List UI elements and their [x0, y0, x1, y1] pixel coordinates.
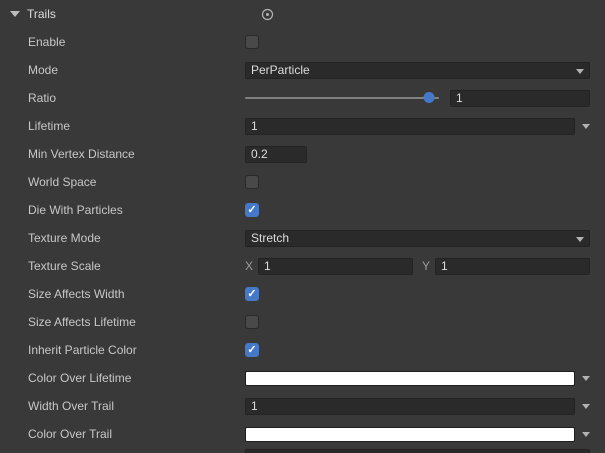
row-lifetime: Lifetime 1 — [0, 112, 605, 140]
row-color-over-lifetime: Color Over Lifetime — [0, 364, 605, 392]
trails-module-header[interactable]: Trails — [0, 0, 605, 28]
ratio-value: 1 — [456, 91, 463, 105]
texture-mode-dropdown-value: Stretch — [251, 231, 289, 245]
lifetime-dropdown-button[interactable] — [582, 124, 590, 129]
partial-field[interactable] — [245, 449, 590, 453]
row-die-with-particles: Die With Particles — [0, 196, 605, 224]
chevron-down-icon — [576, 69, 584, 74]
row-width-over-trail: Width Over Trail 1 — [0, 392, 605, 420]
texture-scale-y-value: 1 — [441, 259, 448, 273]
row-color-over-trail: Color Over Trail — [0, 420, 605, 448]
property-label: Min Vertex Distance — [28, 147, 245, 161]
row-ratio: Ratio 1 — [0, 84, 605, 112]
world-space-checkbox[interactable] — [245, 175, 259, 189]
size-affects-lifetime-checkbox[interactable] — [245, 315, 259, 329]
property-label: Size Affects Lifetime — [28, 315, 245, 329]
property-label: World Space — [28, 175, 245, 189]
slider-handle[interactable] — [424, 92, 435, 103]
property-label: Inherit Particle Color — [28, 343, 245, 357]
min-vertex-distance-field[interactable]: 0.2 — [245, 146, 307, 163]
y-axis-label: Y — [422, 259, 435, 273]
property-label: Ratio — [28, 91, 245, 105]
module-title: Trails — [27, 7, 56, 21]
row-texture-scale: Texture Scale X 1 Y 1 — [0, 252, 605, 280]
property-label: Die With Particles — [28, 203, 245, 217]
property-label: Size Affects Width — [28, 287, 245, 301]
row-mode: Mode PerParticle — [0, 56, 605, 84]
lifetime-curve-field[interactable]: 1 — [245, 118, 575, 135]
module-settings-icon[interactable] — [261, 8, 274, 21]
x-axis-label: X — [245, 259, 258, 273]
property-label: Texture Mode — [28, 231, 245, 245]
row-enable: Enable — [0, 28, 605, 56]
property-label: Width Over Trail — [28, 399, 245, 413]
property-label: Lifetime — [28, 119, 245, 133]
width-over-trail-value: 1 — [251, 399, 258, 413]
property-label: Color Over Lifetime — [28, 371, 245, 385]
color-over-lifetime-gradient-field[interactable] — [245, 371, 575, 386]
texture-mode-dropdown[interactable]: Stretch — [245, 230, 590, 247]
property-label: Enable — [28, 35, 245, 49]
property-label: Texture Scale — [28, 259, 245, 273]
inherit-particle-color-checkbox[interactable] — [245, 343, 259, 357]
mode-dropdown[interactable]: PerParticle — [245, 62, 590, 79]
enable-checkbox[interactable] — [245, 35, 259, 49]
lifetime-value: 1 — [251, 119, 258, 133]
chevron-down-icon — [576, 237, 584, 242]
texture-scale-y-field[interactable]: 1 — [435, 258, 590, 275]
row-size-affects-lifetime: Size Affects Lifetime — [0, 308, 605, 336]
color-over-trail-dropdown-button[interactable] — [582, 432, 590, 437]
color-over-lifetime-dropdown-button[interactable] — [582, 376, 590, 381]
next-row-partial — [245, 449, 590, 453]
slider-track — [245, 97, 439, 99]
row-texture-mode: Texture Mode Stretch — [0, 224, 605, 252]
row-inherit-particle-color: Inherit Particle Color — [0, 336, 605, 364]
foldout-arrow-icon[interactable] — [10, 11, 20, 17]
ratio-slider[interactable] — [245, 91, 441, 105]
row-world-space: World Space — [0, 168, 605, 196]
row-min-vertex-distance: Min Vertex Distance 0.2 — [0, 140, 605, 168]
die-with-particles-checkbox[interactable] — [245, 203, 259, 217]
property-label: Color Over Trail — [28, 427, 245, 441]
color-over-trail-gradient-field[interactable] — [245, 427, 575, 442]
property-label: Mode — [28, 63, 245, 77]
texture-scale-x-field[interactable]: 1 — [258, 258, 413, 275]
min-vertex-distance-value: 0.2 — [251, 147, 268, 161]
width-over-trail-dropdown-button[interactable] — [582, 404, 590, 409]
texture-scale-x-value: 1 — [264, 259, 271, 273]
mode-dropdown-value: PerParticle — [251, 63, 310, 77]
ratio-value-field[interactable]: 1 — [450, 90, 590, 107]
row-size-affects-width: Size Affects Width — [0, 280, 605, 308]
width-over-trail-curve-field[interactable]: 1 — [245, 398, 575, 415]
size-affects-width-checkbox[interactable] — [245, 287, 259, 301]
